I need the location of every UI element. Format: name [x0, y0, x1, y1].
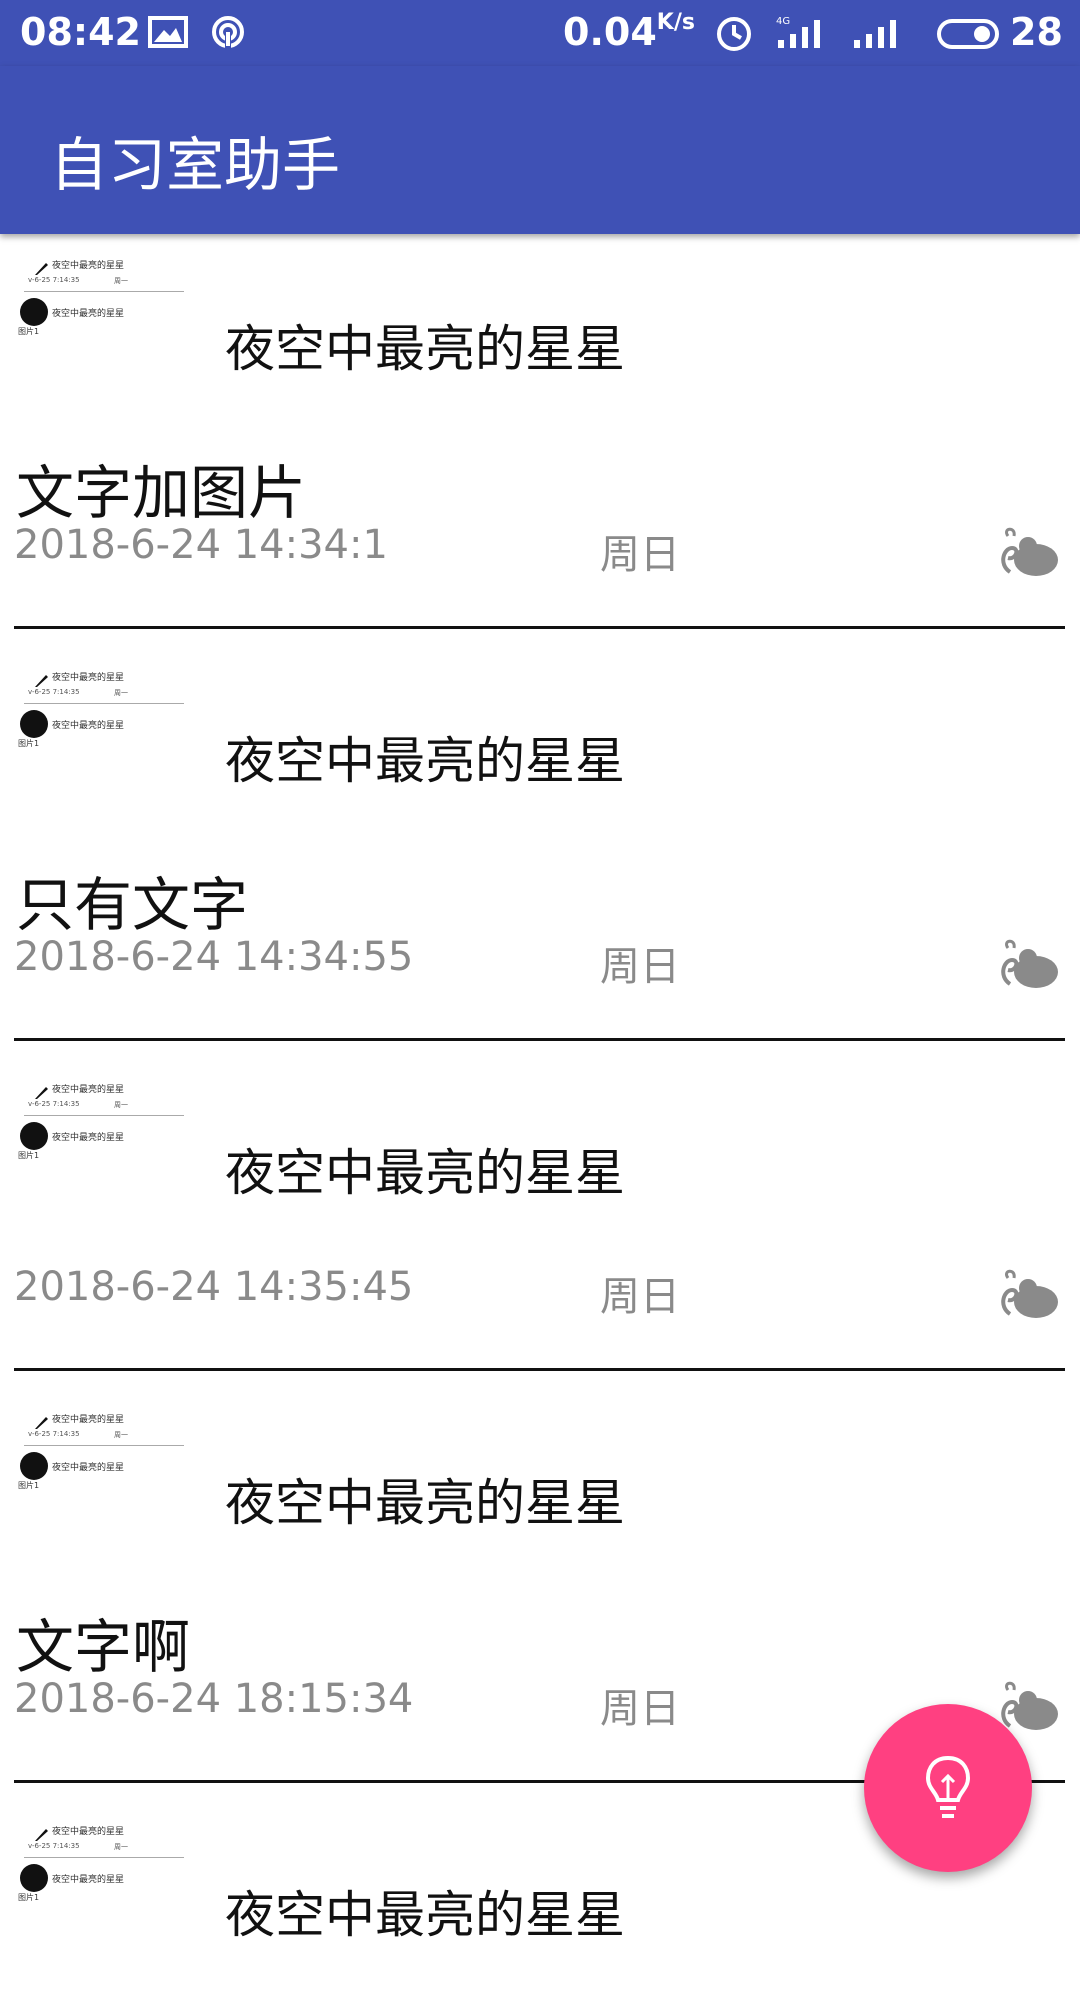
thumbnail-text: 夜空中最亮的星星 [52, 1463, 125, 1473]
thumbnail-text: 周一 [114, 1843, 128, 1851]
thumbnail-text: v-6-25 7:14:35 [28, 688, 80, 696]
note-card[interactable]: 夜空中最亮的星星 v-6-25 7:14:35 周一 夜空中最亮的星星 图片1 … [0, 234, 1080, 646]
note-weekday: 周日 [600, 532, 680, 578]
thumbnail-text: 图片1 [18, 1893, 40, 1902]
thumbnail-divider [24, 1857, 184, 1858]
thumbnail-text: 周一 [114, 689, 128, 697]
app-title: 自习室助手 [50, 131, 341, 199]
mood-decoration-icon[interactable] [996, 1678, 1062, 1734]
idea-fab-button[interactable] [864, 1704, 1032, 1872]
pen-icon [35, 675, 48, 687]
note-thumbnail[interactable]: 夜空中最亮的星星 v-6-25 7:14:35 周一 夜空中最亮的星星 图片1 [18, 256, 188, 336]
note-heading: 夜空中最亮的星星 [225, 1144, 625, 1202]
thumbnail-text: 图片1 [18, 1151, 40, 1160]
note-thumbnail[interactable]: 夜空中最亮的星星 v-6-25 7:14:35 周一 夜空中最亮的星星 图片1 [18, 1822, 188, 1902]
divider [14, 626, 1065, 629]
divider [14, 1368, 1065, 1371]
mood-decoration-icon[interactable] [996, 936, 1062, 992]
hotspot-icon [208, 14, 248, 54]
note-thumbnail[interactable]: 夜空中最亮的星星 v-6-25 7:14:35 周一 夜空中最亮的星星 图片1 [18, 1080, 188, 1160]
status-time: 08:42 [20, 10, 141, 54]
thumbnail-text: 夜空中最亮的星星 [52, 309, 125, 319]
thumbnail-text: 夜空中最亮的星星 [52, 673, 125, 683]
divider [14, 1038, 1065, 1041]
network-speed: 0.04K/s [563, 10, 695, 54]
note-body: 文字加图片 [16, 459, 307, 527]
pen-icon [35, 1417, 48, 1429]
note-datetime: 2018-6-24 18:15:34 [14, 1676, 414, 1722]
status-bar: 08:42 0.04K/s 4G 28 [0, 0, 1080, 66]
alarm-icon [714, 14, 754, 56]
signal-icon [852, 14, 908, 56]
note-heading: 夜空中最亮的星星 [225, 1474, 625, 1532]
speed-value: 0.04 [563, 10, 657, 54]
signal-4g-icon: 4G [776, 14, 832, 56]
pen-icon [35, 1087, 48, 1099]
thumbnail-text: 图片1 [18, 739, 40, 748]
thumbnail-text: 周一 [114, 1101, 128, 1109]
thumbnail-text: v-6-25 7:14:35 [28, 1842, 80, 1850]
note-heading: 夜空中最亮的星星 [225, 732, 625, 790]
note-body: 文字啊 [16, 1613, 191, 1681]
thumbnail-text: 夜空中最亮的星星 [52, 261, 125, 271]
pen-icon [35, 263, 48, 275]
pen-icon [35, 1829, 48, 1841]
thumbnail-text: 周一 [114, 277, 128, 285]
note-thumbnail[interactable]: 夜空中最亮的星星 v-6-25 7:14:35 周一 夜空中最亮的星星 图片1 [18, 668, 188, 748]
note-thumbnail[interactable]: 夜空中最亮的星星 v-6-25 7:14:35 周一 夜空中最亮的星星 图片1 [18, 1410, 188, 1490]
app-bar: 自习室助手 [0, 66, 1080, 234]
thumbnail-text: 夜空中最亮的星星 [52, 1085, 125, 1095]
svg-text:4G: 4G [776, 16, 790, 27]
battery-level: 28 [1010, 10, 1063, 54]
thumbnail-text: 夜空中最亮的星星 [52, 721, 125, 731]
thumbnail-text: 夜空中最亮的星星 [52, 1133, 125, 1143]
thumbnail-divider [24, 1445, 184, 1446]
note-datetime: 2018-6-24 14:35:45 [14, 1264, 414, 1310]
thumbnail-avatar [20, 1122, 48, 1150]
thumbnail-avatar [20, 1452, 48, 1480]
thumbnail-text: v-6-25 7:14:35 [28, 1430, 80, 1438]
thumbnail-divider [24, 1115, 184, 1116]
lightbulb-icon [925, 1755, 971, 1818]
note-heading: 夜空中最亮的星星 [225, 320, 625, 378]
note-datetime: 2018-6-24 14:34:1 [14, 522, 388, 568]
thumbnail-avatar [20, 1864, 48, 1892]
image-icon [148, 14, 188, 54]
thumbnail-text: 夜空中最亮的星星 [52, 1875, 125, 1885]
thumbnail-text: v-6-25 7:14:35 [28, 1100, 80, 1108]
thumbnail-avatar [20, 710, 48, 738]
note-card[interactable]: 夜空中最亮的星星 v-6-25 7:14:35 周一 夜空中最亮的星星 图片1 … [0, 1058, 1080, 1388]
thumbnail-text: 图片1 [18, 327, 40, 336]
note-weekday: 周日 [600, 1274, 680, 1320]
thumbnail-text: v-6-25 7:14:35 [28, 276, 80, 284]
thumbnail-text: 夜空中最亮的星星 [52, 1415, 125, 1425]
note-heading: 夜空中最亮的星星 [225, 1886, 625, 1944]
thumbnail-avatar [20, 298, 48, 326]
thumbnail-divider [24, 291, 184, 292]
thumbnail-text: 夜空中最亮的星星 [52, 1827, 125, 1837]
note-card[interactable]: 夜空中最亮的星星 v-6-25 7:14:35 周一 夜空中最亮的星星 图片1 … [0, 646, 1080, 1058]
speed-unit: K/s [656, 10, 695, 35]
mood-decoration-icon[interactable] [996, 1266, 1062, 1322]
thumbnail-divider [24, 703, 184, 704]
battery-icon [936, 14, 1002, 56]
note-body: 只有文字 [16, 871, 249, 939]
thumbnail-text: 周一 [114, 1431, 128, 1439]
note-weekday: 周日 [600, 1686, 680, 1732]
note-datetime: 2018-6-24 14:34:55 [14, 934, 414, 980]
note-weekday: 周日 [600, 944, 680, 990]
thumbnail-text: 图片1 [18, 1481, 40, 1490]
mood-decoration-icon[interactable] [996, 524, 1062, 580]
